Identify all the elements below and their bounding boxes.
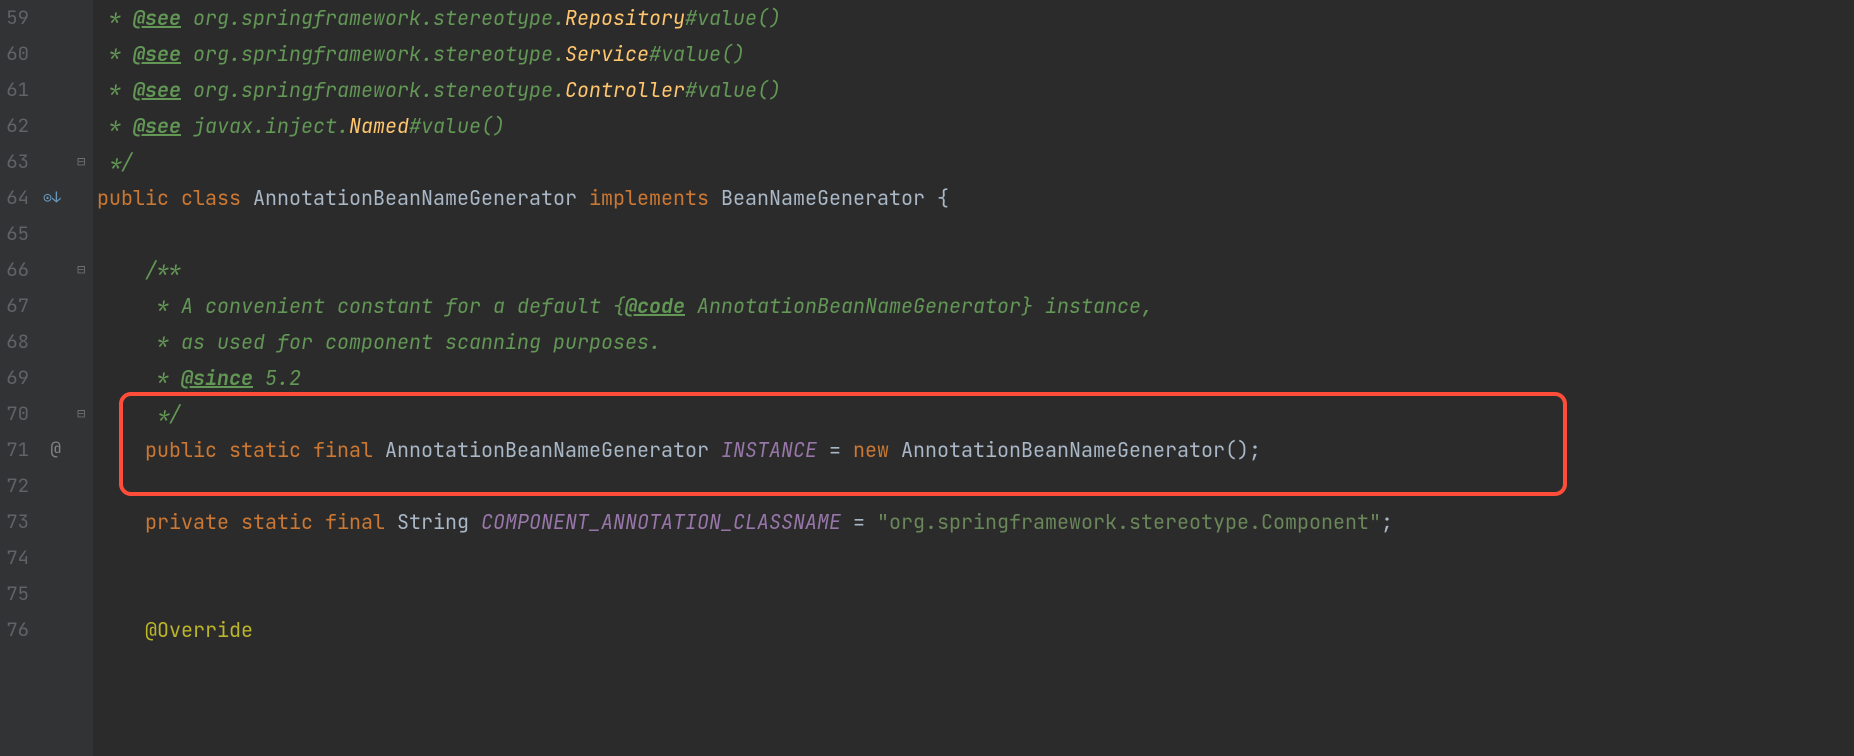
code-token: public static final <box>145 437 385 463</box>
code-token: * as used for component scanning purpose… <box>145 329 661 355</box>
code-line[interactable] <box>97 216 1854 252</box>
code-token: * <box>145 365 181 391</box>
override-gutter-icon[interactable]: @ <box>50 432 61 469</box>
code-token: org.springframework.stereotype. <box>181 5 565 31</box>
code-token: BeanNameGenerator { <box>721 185 949 211</box>
code-line[interactable]: * @see org.springframework.stereotype.Se… <box>97 36 1854 72</box>
fold-toggle[interactable]: ⊟ <box>77 396 85 432</box>
code-token: AnnotationBeanNameGenerator(); <box>901 437 1261 463</box>
code-line[interactable]: private static final String COMPONENT_AN… <box>97 504 1854 540</box>
code-line[interactable]: * as used for component scanning purpose… <box>97 324 1854 360</box>
code-token: Controller <box>565 77 685 103</box>
code-line[interactable]: public class AnnotationBeanNameGenerator… <box>97 180 1854 216</box>
code-line[interactable]: @Override <box>97 612 1854 648</box>
code-token: 5.2 <box>253 365 301 391</box>
code-token: COMPONENT_ANNOTATION_CLASSNAME <box>481 509 841 535</box>
code-token: #value() <box>685 5 781 31</box>
code-token: * <box>109 41 133 67</box>
line-number-gutter[interactable]: 596061626364⊙↓65666768697071@7273747576 <box>0 0 75 756</box>
code-editor[interactable]: 596061626364⊙↓65666768697071@7273747576 … <box>0 0 1854 756</box>
code-token: Named <box>349 113 409 139</box>
code-token: private static final <box>145 509 397 535</box>
code-token: * A convenient constant for a default { <box>145 293 625 319</box>
code-token: implements <box>589 185 721 211</box>
code-token: @code <box>625 293 685 319</box>
code-token: AnnotationBeanNameGenerator} instance, <box>685 293 1153 319</box>
code-token: ; <box>1381 509 1393 535</box>
code-token: new <box>853 437 901 463</box>
fold-column[interactable]: ⊟ ⊟ ⊟ <box>75 0 93 756</box>
code-line[interactable]: */ <box>97 144 1854 180</box>
code-token: Service <box>565 41 649 67</box>
line-number[interactable]: 61 <box>0 72 69 108</box>
code-token: AnnotationBeanNameGenerator <box>253 185 589 211</box>
code-line[interactable]: /** <box>97 252 1854 288</box>
line-number[interactable]: 75 <box>0 576 69 612</box>
code-token: INSTANCE <box>721 437 817 463</box>
line-number[interactable]: 60 <box>0 36 69 72</box>
code-token: * <box>109 113 133 139</box>
line-number[interactable]: 63 <box>0 144 69 180</box>
code-token: */ <box>109 149 133 175</box>
line-number[interactable]: 73 <box>0 504 69 540</box>
line-number[interactable]: 68 <box>0 324 69 360</box>
line-number[interactable]: 76 <box>0 612 69 648</box>
code-token: @since <box>181 365 253 391</box>
line-number[interactable]: 69 <box>0 360 69 396</box>
line-number[interactable]: 72 <box>0 468 69 504</box>
code-area[interactable]: * @see org.springframework.stereotype.Re… <box>93 0 1854 756</box>
code-token: AnnotationBeanNameGenerator <box>385 437 721 463</box>
code-token: * <box>109 5 133 31</box>
code-token: @see <box>133 113 181 139</box>
code-line[interactable]: */ <box>97 396 1854 432</box>
code-line[interactable]: public static final AnnotationBeanNameGe… <box>97 432 1854 468</box>
code-line[interactable] <box>97 576 1854 612</box>
code-line[interactable] <box>97 540 1854 576</box>
line-number[interactable]: 64⊙↓ <box>0 180 69 216</box>
code-token: Repository <box>565 5 685 31</box>
code-token: public class <box>97 185 253 211</box>
code-token: org.springframework.stereotype. <box>181 77 565 103</box>
line-number[interactable]: 71@ <box>0 432 69 468</box>
code-token: "org.springframework.stereotype.Componen… <box>877 509 1381 535</box>
code-token: #value() <box>649 41 745 67</box>
fold-toggle[interactable]: ⊟ <box>77 144 85 180</box>
code-line[interactable] <box>97 468 1854 504</box>
line-number[interactable]: 74 <box>0 540 69 576</box>
code-line[interactable]: * @see javax.inject.Named#value() <box>97 108 1854 144</box>
code-token: = <box>841 509 877 535</box>
code-line[interactable]: * A convenient constant for a default {@… <box>97 288 1854 324</box>
code-token: * <box>109 77 133 103</box>
code-line[interactable]: * @see org.springframework.stereotype.Co… <box>97 72 1854 108</box>
code-token: #value() <box>685 77 781 103</box>
code-token: /** <box>145 257 181 283</box>
code-token: #value() <box>409 113 505 139</box>
line-number[interactable]: 70 <box>0 396 69 432</box>
code-line[interactable]: * @see org.springframework.stereotype.Re… <box>97 0 1854 36</box>
line-number[interactable]: 65 <box>0 216 69 252</box>
code-token: @see <box>133 5 181 31</box>
line-number[interactable]: 59 <box>0 0 69 36</box>
code-token: javax.inject. <box>181 113 349 139</box>
code-token: */ <box>145 401 181 427</box>
code-line[interactable]: * @since 5.2 <box>97 360 1854 396</box>
code-token: @see <box>133 77 181 103</box>
line-number[interactable]: 66 <box>0 252 69 288</box>
code-token: String <box>397 509 481 535</box>
code-token: org.springframework.stereotype. <box>181 41 565 67</box>
code-token: = <box>817 437 853 463</box>
code-token: @Override <box>145 617 253 643</box>
fold-toggle[interactable]: ⊟ <box>77 252 85 288</box>
line-number[interactable]: 62 <box>0 108 69 144</box>
implements-gutter-icon[interactable]: ⊙↓ <box>43 180 61 217</box>
line-number[interactable]: 67 <box>0 288 69 324</box>
code-token: @see <box>133 41 181 67</box>
